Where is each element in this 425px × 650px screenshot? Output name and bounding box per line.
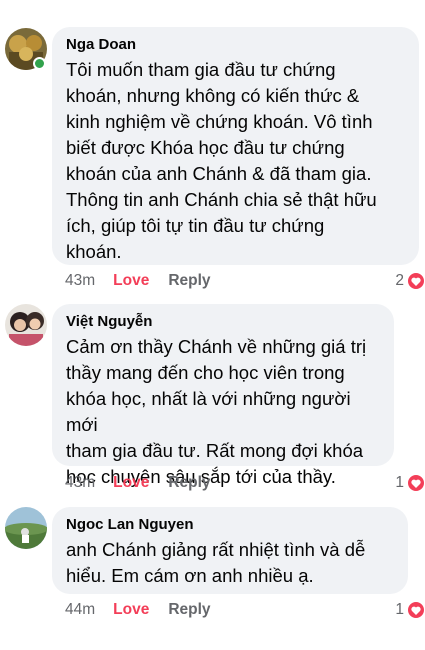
- heart-icon: [407, 272, 425, 290]
- reaction-summary[interactable]: 1: [395, 600, 425, 620]
- author-name[interactable]: Việt Nguyễn: [66, 313, 382, 331]
- love-button[interactable]: Love: [113, 600, 149, 620]
- reaction-summary[interactable]: 1: [395, 473, 425, 493]
- reply-button[interactable]: Reply: [168, 271, 210, 291]
- reply-button[interactable]: Reply: [168, 473, 210, 493]
- avatar[interactable]: [5, 304, 47, 346]
- comment-text: Cảm ơn thầy Chánh về những giá trị thầy …: [66, 336, 367, 487]
- avatar-image-icon: [5, 304, 47, 346]
- timestamp[interactable]: 44m: [65, 600, 95, 620]
- timestamp[interactable]: 43m: [65, 473, 95, 493]
- author-name[interactable]: Ngoc Lan Nguyen: [66, 516, 396, 534]
- avatar-image-icon: [5, 507, 47, 549]
- heart-icon: [407, 601, 425, 619]
- timestamp[interactable]: 43m: [65, 271, 95, 291]
- comment-actions: 43m Love Reply: [65, 271, 211, 291]
- comment-actions: 44m Love Reply: [65, 600, 211, 620]
- comment-bubble: Nga Doan Tôi muốn tham gia đầu tư chứng …: [52, 27, 419, 265]
- comment-text: Tôi muốn tham gia đầu tư chứng khoán, nh…: [66, 59, 377, 262]
- reaction-count: 1: [395, 601, 404, 618]
- reply-button[interactable]: Reply: [168, 600, 210, 620]
- reaction-count: 1: [395, 474, 404, 491]
- online-status-dot: [33, 57, 46, 70]
- love-button[interactable]: Love: [113, 271, 149, 291]
- avatar[interactable]: [5, 507, 47, 549]
- reaction-summary[interactable]: 2: [395, 271, 425, 291]
- reaction-count: 2: [395, 272, 404, 289]
- comment-bubble: Ngoc Lan Nguyen anh Chánh giảng rất nhiệ…: [52, 507, 408, 594]
- author-name[interactable]: Nga Doan: [66, 36, 407, 54]
- comment-bubble: Việt Nguyễn Cảm ơn thầy Chánh về những g…: [52, 304, 394, 487]
- comment-text: anh Chánh giảng rất nhiệt tình và dễ hiể…: [66, 539, 366, 586]
- comment-actions: 43m Love Reply: [65, 473, 211, 493]
- love-button[interactable]: Love: [113, 473, 149, 493]
- heart-icon: [407, 474, 425, 492]
